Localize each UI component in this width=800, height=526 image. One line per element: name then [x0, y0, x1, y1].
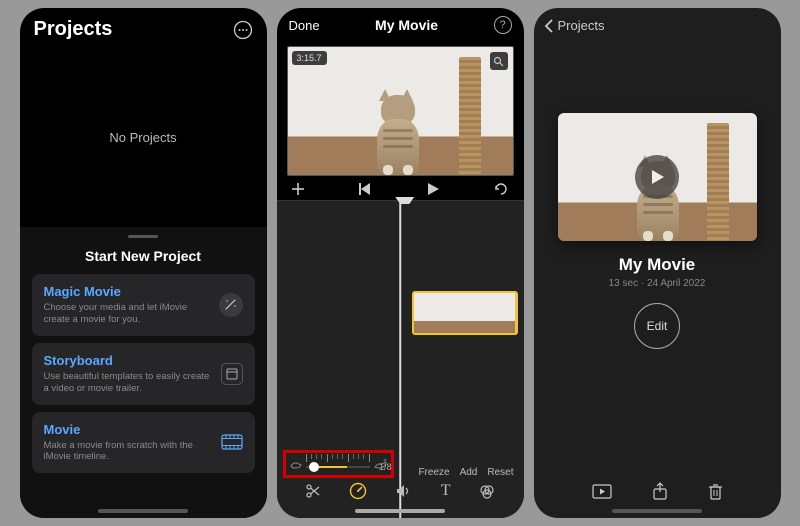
film-icon	[221, 434, 243, 450]
option-desc: Use beautiful templates to easily create…	[44, 371, 213, 395]
share-icon[interactable]	[652, 482, 668, 500]
back-label: Projects	[558, 18, 605, 33]
project-thumbnail[interactable]	[558, 113, 757, 241]
home-indicator[interactable]	[98, 509, 188, 513]
option-desc: Choose your media and let iMovie create …	[44, 302, 213, 326]
page-title: Projects	[34, 18, 113, 41]
skip-back-icon[interactable]	[358, 183, 372, 195]
project-meta: 13 sec · 24 April 2022	[534, 278, 781, 289]
option-title: Movie	[44, 422, 213, 437]
chevron-left-icon	[544, 19, 554, 33]
project-detail-screen: Projects My Movie 13 sec · 24 April 2022…	[534, 8, 781, 518]
home-indicator[interactable]	[355, 509, 445, 513]
play-overlay-icon[interactable]	[635, 155, 679, 199]
projects-screen: Projects No Projects Start New Project M…	[20, 8, 267, 518]
header: Projects	[20, 8, 267, 47]
option-title: Magic Movie	[44, 284, 213, 299]
preview-thumbnail	[288, 47, 513, 175]
home-indicator[interactable]	[612, 509, 702, 513]
back-button[interactable]: Projects	[534, 8, 781, 33]
video-preview[interactable]: 3:15.7	[287, 46, 514, 176]
project-title: My Movie	[375, 17, 438, 33]
speedometer-icon[interactable]	[349, 482, 367, 500]
magnify-icon[interactable]	[490, 52, 508, 70]
bottom-actions	[534, 482, 781, 500]
magic-wand-icon	[219, 293, 243, 317]
play-fullscreen-icon[interactable]	[592, 482, 612, 500]
play-icon[interactable]	[426, 182, 440, 196]
sheet-grabber[interactable]	[128, 235, 158, 238]
scissors-icon[interactable]	[305, 483, 321, 499]
project-title: My Movie	[534, 255, 781, 275]
undo-icon[interactable]	[493, 183, 509, 195]
speed-slider-highlight	[283, 450, 394, 478]
storyboard-icon	[221, 363, 243, 385]
section-title: Start New Project	[20, 248, 267, 264]
header: Done My Movie ?	[277, 8, 524, 42]
tortoise-icon	[290, 459, 302, 469]
add-media-icon[interactable]	[291, 182, 305, 196]
volume-icon[interactable]	[396, 484, 412, 498]
option-storyboard[interactable]: Storyboard Use beautiful templates to ea…	[32, 343, 255, 405]
filters-icon[interactable]	[479, 483, 495, 499]
new-project-panel: Start New Project Magic Movie Choose you…	[20, 227, 267, 518]
option-title: Storyboard	[44, 353, 213, 368]
timeline[interactable]: 1/8 Freeze Add Reset T	[277, 200, 524, 518]
selected-clip[interactable]	[412, 291, 517, 335]
speed-knob[interactable]	[309, 462, 319, 472]
speed-slider[interactable]	[306, 454, 370, 474]
option-desc: Make a movie from scratch with the iMovi…	[44, 440, 213, 464]
more-icon[interactable]	[233, 20, 253, 40]
edit-button[interactable]: Edit	[634, 303, 680, 349]
tools-row: T	[277, 477, 524, 505]
help-icon[interactable]: ?	[494, 16, 512, 34]
trash-icon[interactable]	[708, 482, 723, 500]
speed-value: 1/8	[379, 462, 392, 472]
playhead[interactable]	[399, 201, 401, 518]
editor-screen: Done My Movie ? 3:15.7 1/8	[277, 8, 524, 518]
done-button[interactable]: Done	[289, 18, 320, 33]
time-badge: 3:15.7	[292, 51, 327, 65]
empty-state-text: No Projects	[20, 47, 267, 227]
titles-icon[interactable]: T	[441, 482, 451, 500]
option-magic-movie[interactable]: Magic Movie Choose your media and let iM…	[32, 274, 255, 336]
option-movie[interactable]: Movie Make a movie from scratch with the…	[32, 412, 255, 474]
